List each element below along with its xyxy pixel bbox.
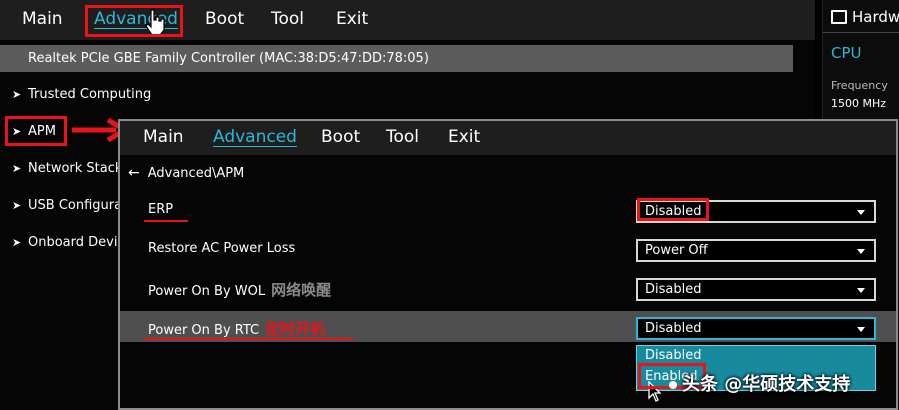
- breadcrumb-path: Advanced\APM: [147, 166, 245, 181]
- item-label: Onboard Devi: [28, 235, 118, 250]
- wol-value: Disabled: [645, 282, 702, 297]
- item-usb-configuration[interactable]: ➤ USB Configura: [12, 198, 122, 213]
- apm-menu-bar: Main Advanced Boot Tool Exit: [120, 121, 896, 155]
- divider: [823, 32, 899, 33]
- rtc-select[interactable]: Disabled: [636, 317, 876, 340]
- item-label: Trusted Computing: [28, 87, 152, 102]
- apm-menu-main[interactable]: Main: [143, 127, 184, 147]
- hardware-monitor-title: Hardw: [852, 8, 899, 26]
- watermark-text: 头条 @华硕技术支持: [682, 374, 851, 395]
- wol-label-text: Power On By WOL: [148, 284, 266, 299]
- wol-note: 网络唤醒: [271, 281, 332, 299]
- frequency-label: Frequency: [831, 79, 888, 92]
- apm-menu-advanced[interactable]: Advanced: [213, 127, 297, 147]
- rtc-label-text: Power On By RTC: [148, 323, 260, 338]
- apm-menu-tool[interactable]: Tool: [386, 127, 419, 147]
- rtc-note: 定时开机: [265, 320, 326, 338]
- apm-highlight-box: [5, 116, 67, 146]
- chevron-down-icon: [857, 288, 865, 293]
- apm-menu-boot[interactable]: Boot: [321, 127, 360, 147]
- item-label: USB Configura: [28, 198, 123, 213]
- watermark-logo-icon: [669, 381, 677, 389]
- menu-exit[interactable]: Exit: [336, 9, 368, 29]
- setting-erp-label: ERP: [148, 202, 174, 217]
- menu-main[interactable]: Main: [22, 9, 63, 29]
- rtc-underline: [144, 338, 353, 340]
- chevron-down-icon: [857, 249, 865, 254]
- option-disabled[interactable]: Disabled: [645, 348, 701, 363]
- wol-select[interactable]: Disabled: [636, 278, 876, 301]
- setting-restore-ac-label: Restore AC Power Loss: [148, 241, 296, 256]
- apm-menu-exit[interactable]: Exit: [448, 127, 480, 147]
- cpu-label: CPU: [831, 44, 862, 62]
- erp-value-highlight-box: [637, 198, 709, 221]
- breadcrumb[interactable]: ← Advanced\APM: [128, 165, 244, 181]
- back-arrow-icon[interactable]: ←: [128, 165, 140, 181]
- chevron-down-icon: [857, 327, 865, 332]
- item-label: Network Stack: [28, 161, 123, 176]
- erp-underline: [144, 220, 188, 222]
- setting-wol-label: Power On By WOL 网络唤醒: [148, 279, 331, 300]
- watermark: 头条 @华硕技术支持: [668, 371, 850, 399]
- setting-rtc-label: Power On By RTC 定时开机: [148, 318, 325, 339]
- menu-tool[interactable]: Tool: [271, 9, 304, 29]
- menu-boot[interactable]: Boot: [205, 9, 244, 29]
- advanced-highlight-box: [85, 5, 183, 37]
- monitor-icon: [831, 10, 847, 24]
- apm-settings-panel: Main Advanced Boot Tool Exit ← Advanced\A…: [118, 119, 898, 410]
- rtc-value: Disabled: [645, 321, 702, 336]
- frequency-value: 1500 MHz: [831, 97, 887, 110]
- item-onboard-devices[interactable]: ➤ Onboard Devi: [12, 235, 117, 250]
- item-trusted-computing[interactable]: ➤ Trusted Computing: [12, 87, 151, 102]
- network-controller-row[interactable]: Realtek PCIe GBE Family Controller (MAC:…: [0, 45, 793, 72]
- item-network-stack[interactable]: ➤ Network Stack: [12, 161, 122, 176]
- restore-ac-value: Power Off: [645, 243, 708, 258]
- chevron-down-icon: [857, 210, 865, 215]
- restore-ac-select[interactable]: Power Off: [636, 239, 876, 262]
